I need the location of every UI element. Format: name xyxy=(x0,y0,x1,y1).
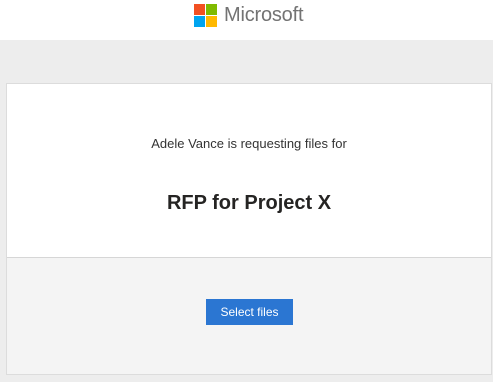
file-request-card: Adele Vance is requesting files for RFP … xyxy=(6,83,492,375)
request-message: Adele Vance is requesting files for xyxy=(151,136,347,151)
microsoft-logo-icon xyxy=(194,4,217,27)
select-files-button[interactable]: Select files xyxy=(206,299,293,325)
request-title: RFP for Project X xyxy=(166,192,332,214)
request-info-panel: Adele Vance is requesting files for RFP … xyxy=(7,84,491,258)
brand-name: Microsoft xyxy=(224,4,304,26)
microsoft-logo: Microsoft xyxy=(194,4,304,27)
page-header: Microsoft xyxy=(0,0,493,40)
